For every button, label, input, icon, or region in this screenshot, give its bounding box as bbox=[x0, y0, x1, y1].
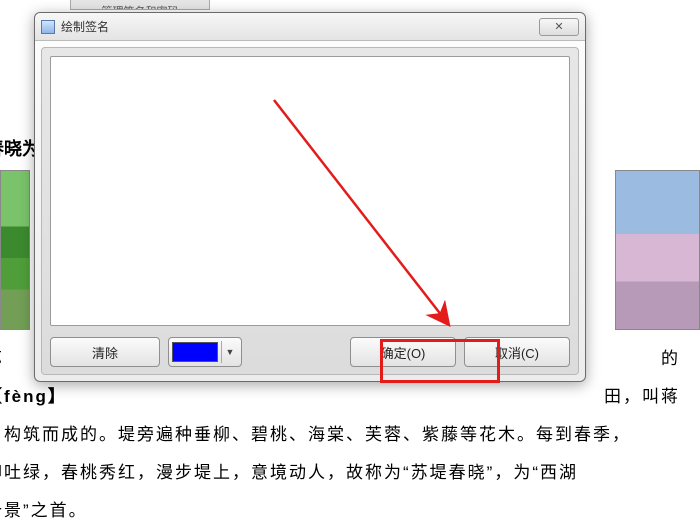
dialog-button-row: 清除 ▼ 确定(O) 取消(C) bbox=[50, 336, 570, 368]
color-picker[interactable]: ▼ bbox=[168, 337, 242, 367]
draw-signature-dialog: 绘制签名 ✕ 清除 ▼ 确定(O) 取消(C) bbox=[34, 12, 586, 382]
background-text: 十景”之首。 bbox=[0, 492, 690, 529]
chevron-down-icon: ▼ bbox=[221, 341, 238, 363]
dialog-title: 绘制签名 bbox=[61, 18, 109, 35]
background-text: ）构筑而成的。堤旁遍种垂柳、碧桃、海棠、芙蓉、紫藤等花木。每到春季， bbox=[0, 416, 690, 453]
app-icon bbox=[41, 20, 55, 34]
background-text: 【fèng】 bbox=[0, 378, 690, 415]
dialog-titlebar[interactable]: 绘制签名 ✕ bbox=[35, 13, 585, 41]
color-swatch bbox=[172, 342, 218, 362]
background-image-left bbox=[0, 170, 30, 330]
cancel-button[interactable]: 取消(C) bbox=[464, 337, 570, 367]
background-image-right bbox=[615, 170, 700, 330]
close-button[interactable]: ✕ bbox=[539, 18, 579, 36]
signature-canvas[interactable] bbox=[50, 56, 570, 326]
background-text: 的 bbox=[661, 340, 680, 377]
close-icon: ✕ bbox=[554, 20, 563, 33]
background-tab: 管理签名和密码 bbox=[70, 0, 210, 10]
ok-button[interactable]: 确定(O) bbox=[350, 337, 456, 367]
clear-button[interactable]: 清除 bbox=[50, 337, 160, 367]
background-text: 田，叫蒋 bbox=[604, 378, 680, 415]
dialog-body: 清除 ▼ 确定(O) 取消(C) bbox=[41, 47, 579, 375]
background-text: 柳吐绿，春桃秀红，漫步堤上，意境动人，故称为“苏堤春晓”，为“西湖 bbox=[0, 454, 690, 491]
